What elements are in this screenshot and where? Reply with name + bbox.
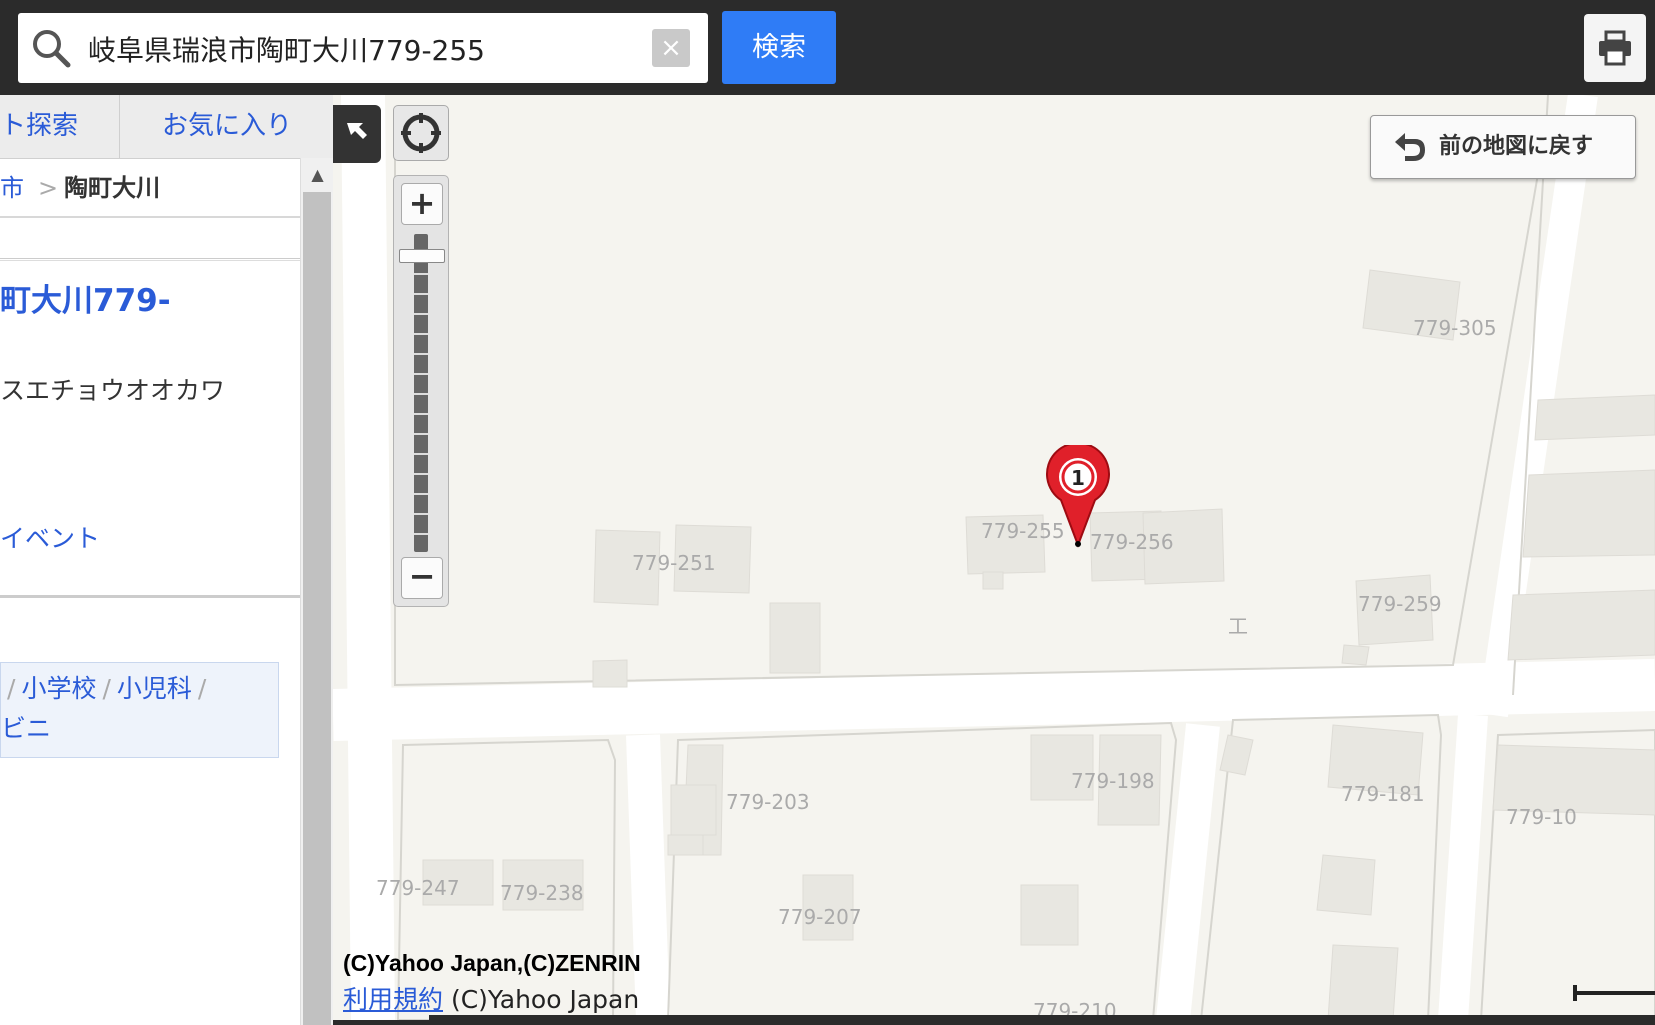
undo-arrow-icon [1395,133,1425,161]
tag-separator: / [7,674,16,703]
tab-favorites[interactable]: お気に入り [162,95,292,158]
lot-label: 779-305 [1413,316,1497,340]
search-icon [33,30,71,68]
result-kana: スエチョウオオカワ [0,376,226,405]
breadcrumb-city-link[interactable]: 市 [0,174,24,202]
print-button[interactable] [1584,14,1646,82]
bottom-edge [429,1015,1655,1020]
tab-route-search[interactable]: ト探索 [0,95,78,158]
map-credit: (C)Yahoo Japan,(C)ZENRIN [343,950,641,976]
search-button[interactable]: 検索 [722,11,836,84]
result-detail: 町大川779- スエチョウオオカワ イベント [0,260,300,591]
crosshair-icon [401,113,441,153]
zoom-slider-handle[interactable] [399,249,445,264]
lot-label: 779-10 [1506,805,1577,829]
copyright-text: (C)Yahoo Japan [443,985,640,1014]
breadcrumb-separator: > [38,174,59,202]
zoom-in-button[interactable]: + [401,183,443,225]
zoom-control: + − [393,175,449,607]
arrow-collapse-icon [347,123,367,139]
current-location-button[interactable] [393,105,449,161]
category-tags-line: / 小学校 / 小児科 / [1,669,212,705]
tag-separator: / [197,674,207,703]
tab-divider [119,95,120,158]
sidebar: ト探索 お気に入り 市 > 陶町大川 町大川779- スエチョウオオカワ イベント … [0,95,333,1025]
search-input[interactable] [86,13,650,85]
breadcrumb-current: 陶町大川 [64,174,161,202]
tag-convenience-store[interactable]: ビニ [1,709,51,745]
lot-label: 779-207 [778,905,862,929]
back-to-previous-map-button[interactable]: 前の地図に戻す [1370,115,1636,179]
result-title-link[interactable]: 町大川779- [0,275,171,320]
terms-of-use-link[interactable]: 利用規約 [343,985,443,1014]
tag-separator: / [102,674,111,703]
map-base-layer: 779-305 779-255 779-256 779-251 779-259 … [333,95,1655,1020]
sidebar-scrollbar[interactable]: ▲ [300,158,333,1025]
lot-label: 779-247 [376,876,460,900]
back-button-label: 前の地図に戻す [1439,134,1594,159]
event-link[interactable]: イベント [0,519,100,555]
scale-bar [1573,985,1655,1001]
top-toolbar: × 検索 [0,0,1655,95]
lot-label: 779-198 [1071,769,1155,793]
map-canvas[interactable]: 779-305 779-255 779-256 779-251 779-259 … [333,95,1655,1020]
sidebar-tabs: ト探索 お気に入り [0,95,333,159]
scroll-thumb[interactable] [303,192,331,1025]
lot-label: 779-203 [726,790,810,814]
terms-line: 利用規約 (C)Yahoo Japan [343,980,639,1016]
collapse-sidebar-button[interactable] [333,105,381,163]
lot-label: 779-238 [500,881,584,905]
breadcrumb: 市 > 陶町大川 [0,158,300,218]
factory-symbol: 工 [1228,614,1248,638]
tag-pediatrics[interactable]: 小児科 [117,674,192,703]
marker-number: 1 [1071,466,1085,490]
clear-search-button[interactable]: × [652,29,690,67]
search-box: × [18,13,708,85]
zoom-slider-track[interactable] [414,234,428,552]
divider [0,595,300,598]
lot-label: 779-181 [1341,782,1425,806]
zoom-out-button[interactable]: − [401,557,443,599]
tag-elementary-school[interactable]: 小学校 [21,674,96,703]
nearby-category-box: / 小学校 / 小児科 / ビニ [0,662,279,758]
lot-label: 779-251 [632,551,716,575]
lot-label: 779-259 [1358,592,1442,616]
map-pin-icon[interactable]: 1 [1043,445,1113,557]
printer-icon [1599,30,1631,66]
zoom-ticks [414,253,428,535]
scroll-up-arrow-icon[interactable]: ▲ [301,158,333,192]
blank-row [0,218,300,259]
